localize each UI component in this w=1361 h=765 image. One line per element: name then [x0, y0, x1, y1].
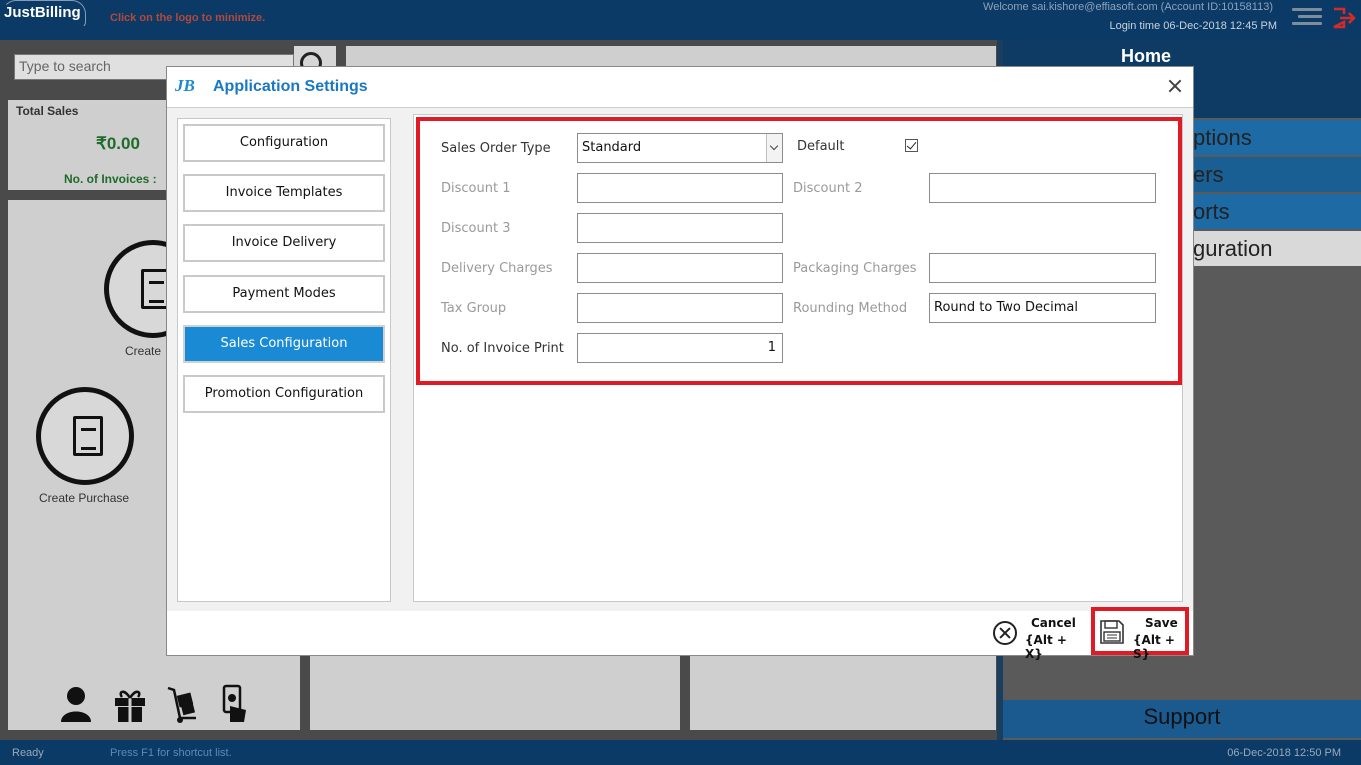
total-sales-label: Total Sales: [16, 104, 79, 118]
create-purchase-tile[interactable]: [36, 387, 134, 485]
packaging-charges-label: Packaging Charges: [793, 261, 917, 276]
dialog-title: Application Settings: [213, 78, 368, 95]
customer-icon[interactable]: [58, 684, 94, 724]
gift-icon[interactable]: [112, 684, 148, 724]
nav-promotion-configuration[interactable]: Promotion Configuration: [183, 375, 385, 413]
cancel-shortcut: {Alt + X}: [1025, 633, 1067, 661]
welcome-text: Welcome sai.kishore@effiasoft.com (Accou…: [983, 1, 1273, 13]
logout-icon[interactable]: [1330, 6, 1356, 30]
home-title[interactable]: Home: [1121, 46, 1171, 67]
status-time: 06-Dec-2018 12:50 PM: [1227, 747, 1341, 759]
nav-payment-modes[interactable]: Payment Modes: [183, 275, 385, 313]
save-shortcut: {Alt + S}: [1133, 633, 1175, 661]
minimize-hint: Click on the logo to minimize.: [110, 12, 266, 24]
discount1-input[interactable]: [577, 173, 783, 203]
bottom-panel-left: [310, 656, 680, 730]
delivery-charges-label: Delivery Charges: [441, 261, 553, 276]
tile-label-create: Create: [125, 344, 162, 358]
rounding-method-label: Rounding Method: [793, 301, 908, 316]
default-checkbox[interactable]: [905, 139, 918, 152]
default-label: Default: [797, 139, 845, 154]
discount3-input[interactable]: [577, 213, 783, 243]
discount2-label: Discount 2: [793, 181, 863, 196]
tax-group-label: Tax Group: [441, 301, 507, 316]
cancel-icon: [993, 621, 1017, 645]
application-settings-dialog: JB Application Settings Configuration In…: [166, 66, 1194, 661]
app-logo[interactable]: JustBilling: [4, 4, 81, 21]
discount1-label: Discount 1: [441, 181, 511, 196]
dialog-body: Configuration Invoice Templates Invoice …: [167, 107, 1193, 611]
hand-truck-icon[interactable]: [164, 684, 200, 724]
support-button[interactable]: Support: [1003, 700, 1361, 738]
nav-invoice-templates[interactable]: Invoice Templates: [183, 174, 385, 212]
total-sales-value: ₹0.00: [96, 134, 140, 153]
rounding-method-input[interactable]: Round to Two Decimal: [929, 293, 1156, 323]
settings-content: Sales Order Type Standard Default Discou…: [413, 114, 1183, 602]
save-label: Save: [1145, 616, 1178, 630]
cancel-button[interactable]: Cancel {Alt + X}: [989, 615, 1081, 661]
dialog-header: JB Application Settings: [167, 67, 1193, 107]
sales-order-type-label: Sales Order Type: [441, 141, 551, 156]
save-button[interactable]: Save {Alt + S}: [1091, 607, 1189, 661]
nav-sales-configuration[interactable]: Sales Configuration: [183, 325, 385, 363]
cancel-label: Cancel: [1031, 616, 1076, 630]
menu-icon[interactable]: [1290, 8, 1322, 30]
delivery-charges-input[interactable]: [577, 253, 783, 283]
sales-order-type-value: Standard: [582, 140, 642, 155]
chevron-down-icon: [766, 134, 782, 162]
discount3-label: Discount 3: [441, 221, 511, 236]
tax-group-input[interactable]: [577, 293, 783, 323]
jb-logo: JB: [175, 76, 195, 95]
invoice-print-label: No. of Invoice Print: [441, 341, 564, 356]
invoices-count-label: No. of Invoices :: [64, 172, 157, 186]
login-time: Login time 06-Dec-2018 12:45 PM: [1109, 20, 1277, 32]
close-icon[interactable]: [1161, 73, 1189, 101]
bottom-panel-right: [690, 656, 996, 730]
payment-hand-icon[interactable]: [216, 684, 252, 724]
tile-label-create-purchase: Create Purchase: [39, 491, 130, 505]
settings-nav: Configuration Invoice Templates Invoice …: [177, 118, 391, 602]
packaging-charges-input[interactable]: [929, 253, 1156, 283]
status-shortcut-hint: Press F1 for shortcut list.: [110, 747, 232, 759]
save-icon: [1100, 620, 1124, 644]
document-icon: [73, 416, 103, 456]
invoice-print-input[interactable]: 1: [577, 333, 783, 363]
status-ready: Ready: [12, 747, 44, 759]
nav-invoice-delivery[interactable]: Invoice Delivery: [183, 224, 385, 262]
top-bar: JustBilling Click on the logo to minimiz…: [0, 0, 1361, 40]
nav-configuration[interactable]: Configuration: [183, 124, 385, 162]
sales-order-type-select[interactable]: Standard: [577, 133, 783, 163]
status-bar: Ready Press F1 for shortcut list. 06-Dec…: [0, 740, 1361, 765]
dialog-footer: Cancel {Alt + X} Save {Alt + S}: [167, 607, 1193, 661]
discount2-input[interactable]: [929, 173, 1156, 203]
